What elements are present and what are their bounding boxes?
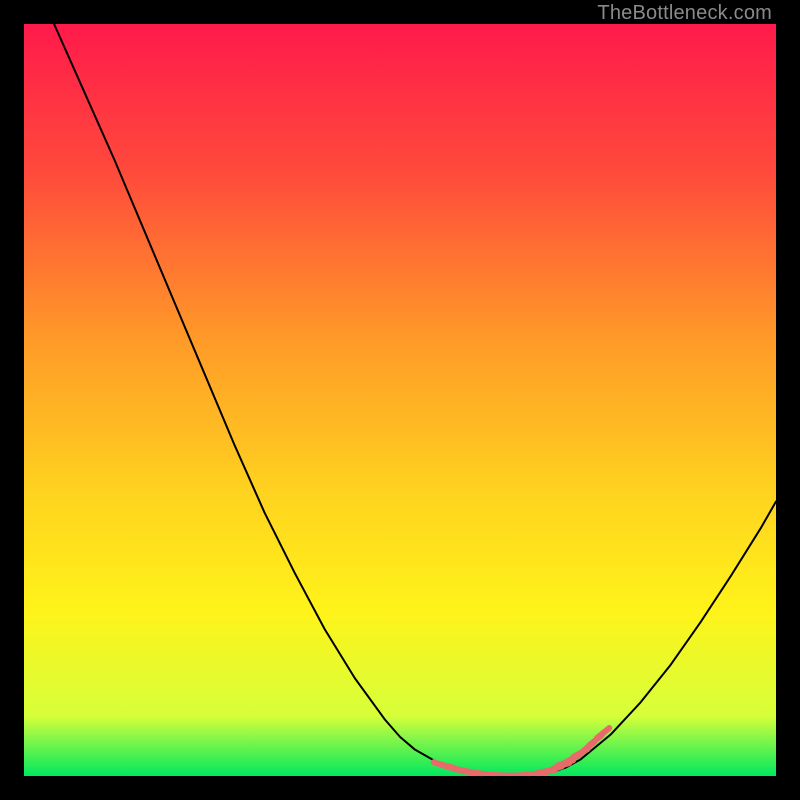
watermark-text: TheBottleneck.com: [597, 2, 772, 25]
chart-background: [24, 24, 776, 776]
chart-frame: [24, 24, 776, 776]
chart-plot: [24, 24, 776, 776]
